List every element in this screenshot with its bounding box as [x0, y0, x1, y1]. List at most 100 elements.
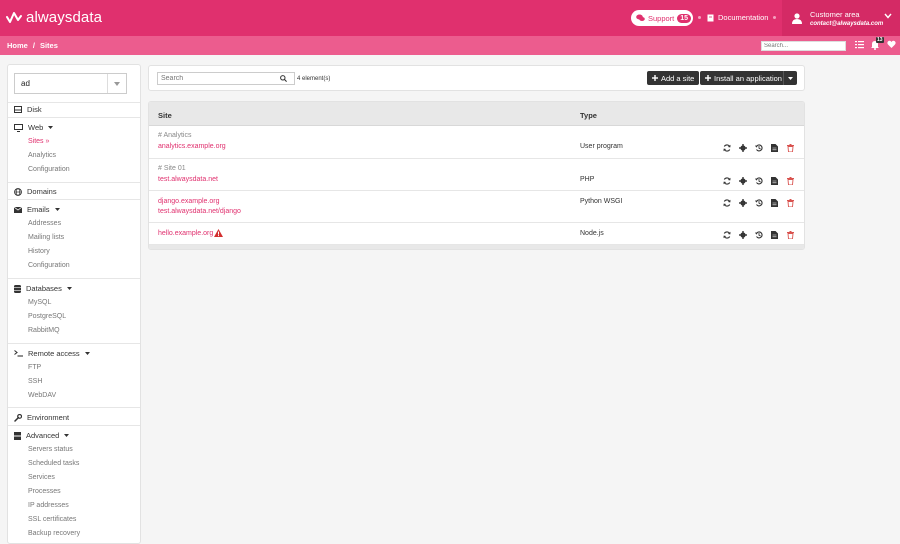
support-button[interactable]: Support 15 — [631, 10, 694, 26]
sidebar-item-webdav[interactable]: WebDAV — [28, 392, 56, 399]
sidebar-item-rabbitmq[interactable]: RabbitMQ — [28, 327, 60, 334]
sidebar-item-scheduled-tasks[interactable]: Scheduled tasks — [28, 460, 79, 467]
add-site-button[interactable]: Add a site — [647, 71, 700, 85]
logs-file-icon[interactable] — [770, 198, 779, 207]
sidebar-item-environment[interactable]: Environment — [14, 413, 69, 422]
sidebar-item-databases[interactable]: Databases — [14, 284, 72, 293]
install-application-button[interactable]: Install an application — [700, 71, 797, 85]
logs-file-icon[interactable] — [770, 230, 779, 239]
sidebar-item-label: Emails — [27, 205, 50, 214]
sidebar-item-mysql[interactable]: MySQL — [28, 299, 51, 306]
history-icon[interactable] — [754, 198, 763, 207]
sidebar-item-label: Advanced — [26, 431, 60, 440]
sidebar-item-domains[interactable]: Domains — [14, 187, 57, 196]
divider — [8, 278, 140, 279]
heart-icon[interactable] — [887, 40, 896, 49]
site-address-link[interactable]: django.example.org — [158, 198, 220, 205]
sidebar-item-ssl-certificates[interactable]: SSL certificates — [28, 516, 76, 523]
logs-file-icon[interactable] — [770, 176, 779, 185]
globe-icon — [14, 187, 22, 196]
gear-icon[interactable] — [738, 230, 747, 239]
wrench-icon — [14, 413, 22, 422]
site-address-link[interactable]: test.alwaysdata.net — [158, 176, 218, 183]
column-header-site[interactable]: Site — [158, 111, 172, 120]
site-name: # Site 01 — [158, 165, 186, 172]
customer-email: contact@alwaysdata.com — [810, 20, 884, 27]
sidebar-item-label: Domains — [27, 187, 57, 196]
search-icon[interactable] — [280, 75, 287, 82]
sidebar-item-ftp[interactable]: FTP — [28, 364, 41, 371]
sidebar-item-servers-status[interactable]: Servers status — [28, 446, 73, 453]
restart-icon[interactable] — [722, 143, 731, 152]
sidebar-item-ssh[interactable]: SSH — [28, 378, 42, 385]
database-icon — [14, 284, 21, 293]
breadcrumb-separator: / — [32, 41, 35, 50]
sidebar-item-sites[interactable]: Sites » — [28, 138, 49, 145]
sidebar-item-disk[interactable]: Disk — [14, 105, 42, 114]
hard-drive-icon — [14, 106, 22, 113]
sidebar-item-postgresql[interactable]: PostgreSQL — [28, 313, 66, 320]
trash-icon[interactable] — [786, 198, 795, 207]
sidebar-item-mailing-lists[interactable]: Mailing lists — [28, 234, 64, 241]
column-header-type[interactable]: Type — [580, 111, 597, 120]
sidebar-item-remote-access[interactable]: Remote access — [14, 349, 90, 358]
sidebar-item-addresses[interactable]: Addresses — [28, 220, 61, 227]
breadcrumb-bar: Home / Sites — [0, 36, 900, 55]
sidebar-item-web-configuration[interactable]: Configuration — [28, 166, 70, 173]
tasks-list-icon[interactable] — [855, 40, 864, 49]
restart-icon[interactable] — [722, 230, 731, 239]
trash-icon[interactable] — [786, 230, 795, 239]
sidebar-item-services[interactable]: Services — [28, 474, 55, 481]
history-icon[interactable] — [754, 230, 763, 239]
row-actions — [722, 198, 795, 207]
site-address-link[interactable]: test.alwaysdata.net/django — [158, 208, 241, 215]
sidebar-item-analytics[interactable]: Analytics — [28, 152, 56, 159]
divider — [8, 343, 140, 344]
site-address-link[interactable]: analytics.example.org — [158, 143, 226, 150]
gear-icon[interactable] — [738, 143, 747, 152]
history-icon[interactable] — [754, 143, 763, 152]
gear-icon[interactable] — [738, 176, 747, 185]
restart-icon[interactable] — [722, 176, 731, 185]
sidebar-item-processes[interactable]: Processes — [28, 488, 61, 495]
sidebar-item-ip-addresses[interactable]: IP addresses — [28, 502, 69, 509]
site-search-input[interactable] — [157, 72, 295, 85]
user-icon — [792, 12, 802, 24]
sidebar-item-emails[interactable]: Emails — [14, 205, 60, 214]
sidebar-item-label: Environment — [27, 413, 70, 422]
sidebar-item-history[interactable]: History — [28, 248, 50, 255]
top-bar: alwaysdata Support 15 Documentation Cust… — [0, 0, 900, 36]
warning-triangle-icon[interactable] — [214, 229, 223, 237]
caret-down-icon — [107, 74, 126, 93]
logo[interactable]: alwaysdata — [6, 9, 102, 26]
breadcrumb-home[interactable]: Home — [7, 41, 28, 50]
support-label: Support — [648, 13, 675, 23]
sidebar-item-backup-recovery[interactable]: Backup recovery — [28, 530, 80, 537]
trash-icon[interactable] — [786, 143, 795, 152]
chevron-down-icon — [884, 13, 892, 19]
sidebar-item-label: Remote access — [28, 349, 80, 358]
row-actions — [722, 176, 795, 185]
site-address-link[interactable]: hello.example.org — [158, 230, 213, 237]
global-search-input[interactable] — [761, 41, 846, 51]
sidebar-item-advanced[interactable]: Advanced — [14, 431, 70, 440]
separator-dot — [698, 16, 701, 19]
account-select[interactable]: ad — [14, 73, 127, 94]
gear-icon[interactable] — [738, 198, 747, 207]
site-type: Python WSGI — [580, 198, 623, 205]
install-dropdown-toggle[interactable] — [783, 71, 797, 85]
plus-icon — [652, 75, 658, 81]
notification-count-badge: 13 — [876, 37, 884, 43]
logs-file-icon[interactable] — [770, 143, 779, 152]
sidebar-item-web[interactable]: Web — [14, 123, 54, 132]
divider — [8, 117, 140, 118]
sidebar-item-label: Databases — [26, 284, 62, 293]
documentation-link[interactable]: Documentation — [707, 13, 768, 22]
trash-icon[interactable] — [786, 176, 795, 185]
restart-icon[interactable] — [722, 198, 731, 207]
customer-area-title: Customer area — [810, 9, 860, 19]
sidebar-item-email-configuration[interactable]: Configuration — [28, 262, 70, 269]
customer-area-menu[interactable]: Customer area contact@alwaysdata.com — [782, 0, 900, 36]
site-name: # Analytics — [158, 132, 192, 139]
history-icon[interactable] — [754, 176, 763, 185]
